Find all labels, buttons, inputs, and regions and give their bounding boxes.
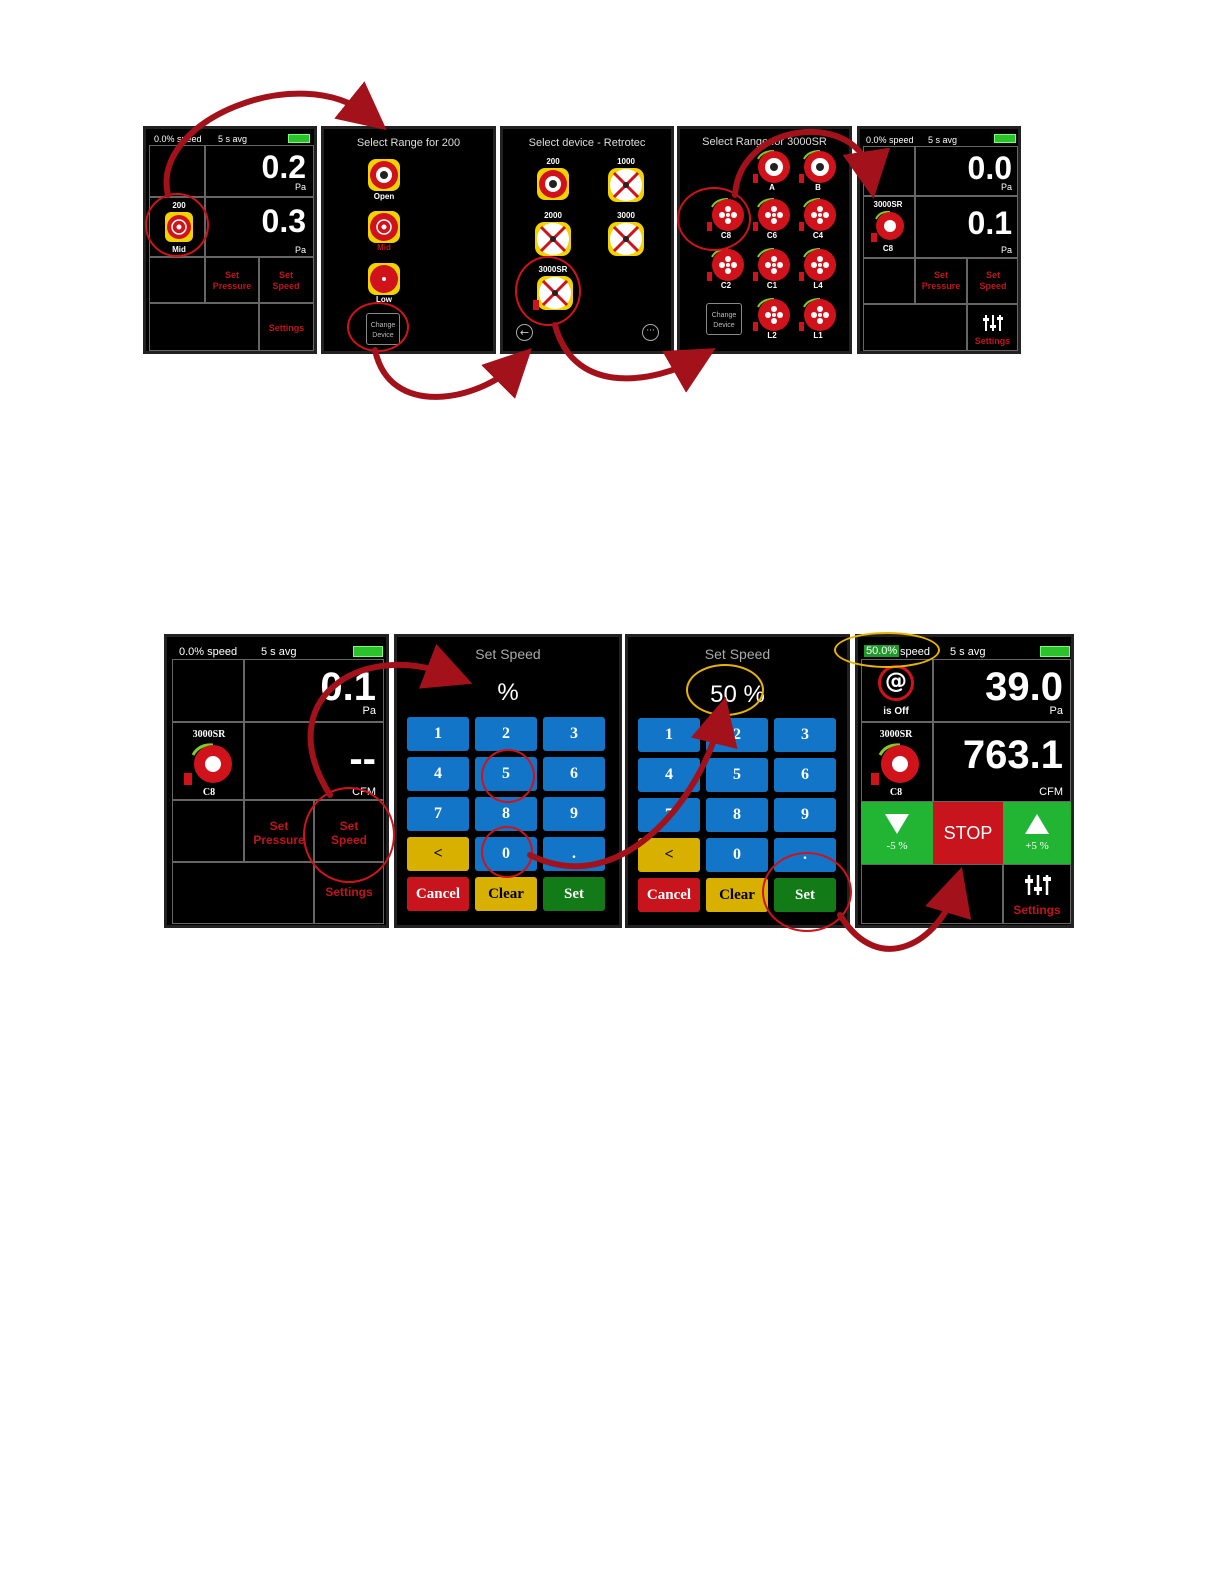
arrow-3 — [552, 322, 716, 393]
flow-arrows — [163, 81, 972, 952]
arrow-4 — [732, 129, 891, 199]
arrow-7 — [837, 867, 972, 952]
arrow-6 — [527, 696, 738, 870]
arrow-5 — [307, 643, 473, 798]
arrow-2 — [372, 347, 532, 400]
arrow-1 — [163, 81, 387, 198]
